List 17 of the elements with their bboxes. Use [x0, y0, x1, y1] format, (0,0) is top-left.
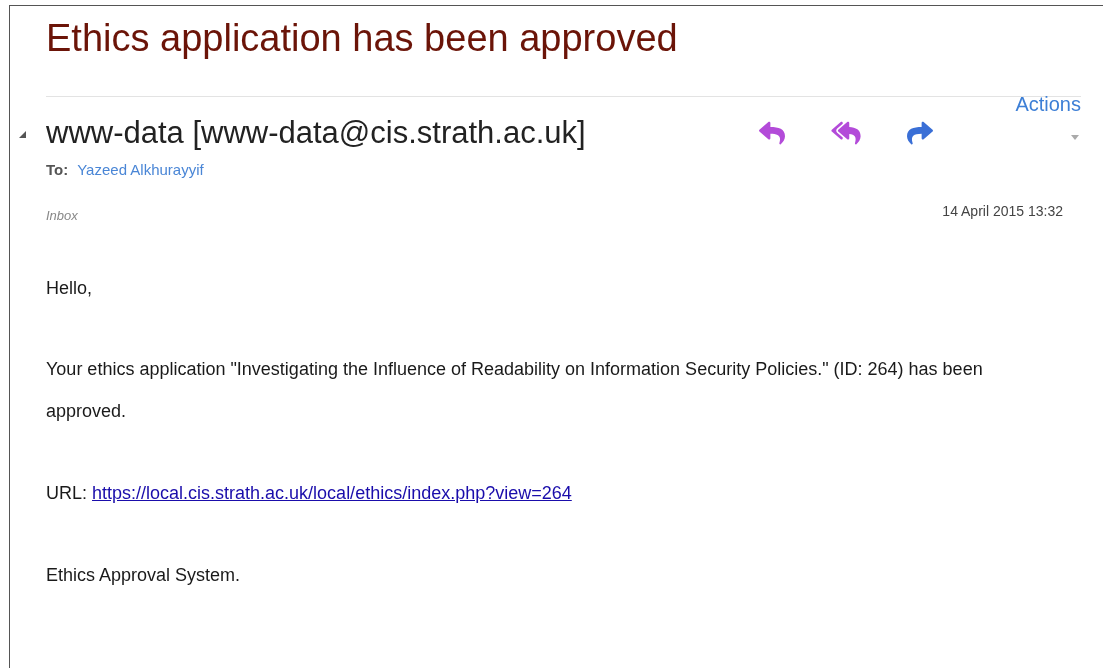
reply-all-icon[interactable]: [829, 120, 863, 146]
folder-label: Inbox: [46, 207, 78, 225]
approval-link[interactable]: https://local.cis.strath.ac.uk/local/ethics/index.php?view=264: [92, 472, 572, 514]
recipient-name[interactable]: Yazeed Alkhurayyif: [77, 160, 204, 180]
reply-icon[interactable]: [757, 120, 787, 146]
greeting-text: Hello,: [46, 277, 94, 300]
actions-link[interactable]: Actions: [1015, 93, 1081, 115]
url-label: URL:: [46, 482, 87, 505]
forward-icon[interactable]: [905, 120, 935, 146]
collapse-triangle-icon[interactable]: [19, 131, 27, 139]
email-subject: Ethics application has been approved: [46, 16, 679, 61]
to-label: To:: [46, 160, 69, 180]
signature-text: Ethics Approval System.: [46, 564, 242, 587]
email-date: 14 April 2015 13:32: [942, 202, 1063, 220]
dropdown-caret-icon[interactable]: [1071, 135, 1079, 140]
body-paragraph: Your ethics application "Investigating the Influence of Readability on Information Security Policies." (ID: 264) has been approved.: [46, 358, 984, 423]
sender-name: www-data [www-data@cis.strath.ac.uk]: [46, 115, 586, 151]
